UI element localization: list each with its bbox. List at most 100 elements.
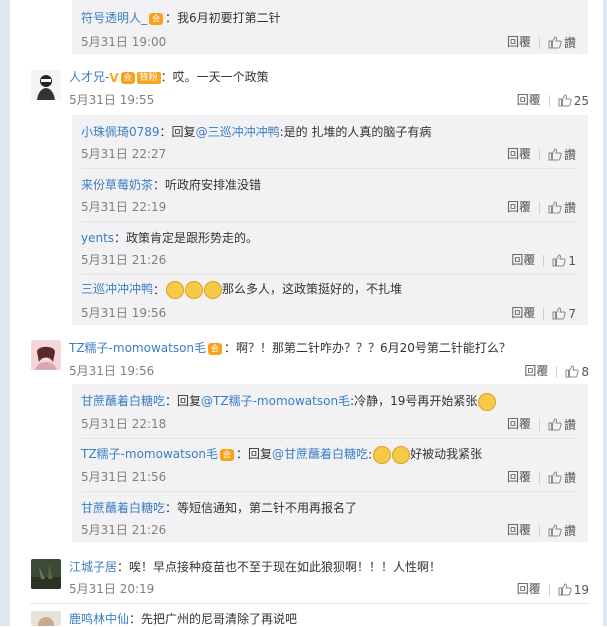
comment-text: ：哎。一天一个政策 <box>160 70 269 84</box>
reply-button[interactable]: 回覆 <box>507 523 531 537</box>
comment-time: 5月31日 19:56 <box>69 364 155 378</box>
reply-button[interactable]: 回覆 <box>517 93 541 107</box>
comment-line: 甘蔗蘸着白糖吃：等短信通知，第二针不用再报名了 <box>81 499 357 516</box>
username-link[interactable]: 甘蔗蘸着白糖吃 <box>81 501 165 515</box>
thumbs-up-icon <box>558 94 572 107</box>
username-link[interactable]: 鹿鸣林中仙 <box>69 612 129 626</box>
vip-badge-icon: 会 <box>149 12 164 25</box>
mention-link[interactable]: @甘蔗蘸着白糖吃 <box>272 447 368 461</box>
comment-line: 甘蔗蘸着白糖吃：回复@TZ糯子-momowatson毛:冷静，19号再开始紧张 <box>81 392 497 411</box>
reply-button[interactable]: 回覆 <box>524 364 548 378</box>
username-link[interactable]: 来份草莓奶茶 <box>81 178 153 192</box>
avatar[interactable] <box>31 340 61 370</box>
username-link[interactable]: TZ糯子-momowatson毛 <box>81 447 218 461</box>
comment-text: :冷静，19号再开始紧张 <box>350 394 478 408</box>
like-button[interactable]: 8 <box>565 364 589 379</box>
like-label: 讚 <box>563 524 576 538</box>
like-label: 讚 <box>563 418 576 432</box>
comment-line: yents：政策肯定是跟形势走的。 <box>81 229 258 246</box>
vip-badge-icon: 会 <box>208 342 223 355</box>
comment-text: ：我6月初要打第二针 <box>165 11 281 25</box>
like-button[interactable]: 讚 <box>548 35 576 50</box>
like-button[interactable]: 讚 <box>548 523 576 538</box>
thumbs-up-icon <box>548 471 562 484</box>
like-button[interactable]: 19 <box>558 582 589 597</box>
reply-button[interactable]: 回覆 <box>511 253 535 267</box>
like-button[interactable]: 25 <box>558 93 589 108</box>
comment-actions: 回覆 讚 <box>507 145 576 163</box>
laughing-emoji-icon <box>185 280 204 299</box>
action-divider <box>548 94 550 107</box>
divider-line <box>81 491 576 492</box>
page-left-edge <box>0 0 10 626</box>
fan-badge: 铁粉 <box>136 71 161 84</box>
comment-actions: 回覆 8 <box>524 362 589 379</box>
username-link[interactable]: 江城子居 <box>69 560 117 574</box>
divider-line <box>81 274 576 275</box>
like-button[interactable]: 1 <box>552 253 576 268</box>
reply-button[interactable]: 回覆 <box>507 200 531 214</box>
laughing-emoji-icon <box>166 280 185 299</box>
mention-link[interactable]: @三巡冲冲冲鸭 <box>196 125 280 139</box>
like-button[interactable]: 7 <box>552 306 576 321</box>
username-link[interactable]: TZ糯子-momowatson毛 <box>69 341 206 355</box>
comment-line: 鹿鸣林中仙：先把广州的尼哥清除了再说吧 <box>69 610 297 627</box>
like-button[interactable]: 讚 <box>548 200 576 215</box>
reply-button[interactable]: 回覆 <box>517 582 541 596</box>
comment-actions: 回覆 讚 <box>507 198 576 216</box>
avatar[interactable] <box>31 559 61 589</box>
vip-badge-icon: 会 <box>220 448 235 461</box>
thumbs-up-icon <box>548 201 562 214</box>
username-link[interactable]: 小珠佩琦0789 <box>81 125 160 139</box>
username-link[interactable]: yents <box>81 231 114 245</box>
like-count: 19 <box>573 582 589 597</box>
smile-emoji-icon <box>478 392 497 411</box>
divider-line <box>81 438 576 439</box>
like-button[interactable]: 讚 <box>548 147 576 162</box>
divider-line <box>30 603 589 604</box>
like-label: 讚 <box>563 36 576 50</box>
comment-line: TZ糯子-momowatson毛会：啊？！那第二针咋办？？？6月20号第二针能打… <box>69 339 511 356</box>
action-divider <box>543 307 545 320</box>
comment-text: ：唉！早点接种疫苗也不至于现在如此狼狈啊！！！人性啊！ <box>117 560 442 574</box>
comment-line: TZ糯子-momowatson毛会：回复@甘蔗蘸着白糖吃: 好被动我紧张 <box>81 445 483 464</box>
comment-time: 5月31日 19:55 <box>69 93 155 107</box>
username-link[interactable]: 三巡冲冲冲鸭 <box>81 282 153 296</box>
comment-actions: 回覆 讚 <box>507 468 576 486</box>
reply-button[interactable]: 回覆 <box>507 35 531 49</box>
mention-link[interactable]: @TZ糯子-momowatson毛 <box>201 394 350 408</box>
comment-line: 江城子居：唉！早点接种疫苗也不至于现在如此狼狈啊！！！人性啊！ <box>69 558 441 575</box>
avatar[interactable] <box>31 70 61 100</box>
comment-time: 5月31日 21:26 <box>81 253 167 267</box>
like-label: 讚 <box>563 201 576 215</box>
comment-time: 5月31日 20:19 <box>69 582 155 596</box>
avatar[interactable] <box>31 611 61 626</box>
reply-button[interactable]: 回覆 <box>511 306 535 320</box>
like-count: 8 <box>581 364 589 379</box>
comment-text: ：听政府安排准没错 <box>153 178 262 192</box>
username-link[interactable]: 甘蔗蘸着白糖吃 <box>81 394 165 408</box>
action-divider <box>556 365 558 378</box>
action-divider <box>538 418 540 431</box>
like-button[interactable]: 讚 <box>548 470 576 485</box>
username-link[interactable]: 符号透明人_ <box>81 11 147 25</box>
action-divider <box>538 524 540 537</box>
verified-v-icon: V <box>109 70 119 85</box>
divider-line <box>81 221 576 222</box>
sub-reply-block: 小珠佩琦0789：回复@三巡冲冲冲鸭:是的 扎堆的人真的脑子有病 5月31日 2… <box>72 115 588 325</box>
comment-text: 好被动我紧张 <box>410 447 483 461</box>
comment-time: 5月31日 22:19 <box>81 200 167 214</box>
like-button[interactable]: 讚 <box>548 417 576 432</box>
like-count: 7 <box>568 306 576 321</box>
comment-actions: 回覆 19 <box>517 580 589 597</box>
username-link[interactable]: 人才兄- <box>69 70 109 84</box>
comment-actions: 回覆 25 <box>517 91 589 108</box>
comment-actions: 回覆 1 <box>511 251 576 268</box>
reply-button[interactable]: 回覆 <box>507 147 531 161</box>
crying-emoji-icon <box>392 445 411 464</box>
like-count: 1 <box>568 253 576 268</box>
reply-button[interactable]: 回覆 <box>507 470 531 484</box>
reply-button[interactable]: 回覆 <box>507 417 531 431</box>
comment-actions: 回覆 讚 <box>507 415 576 433</box>
comment-time: 5月31日 22:27 <box>81 147 167 161</box>
